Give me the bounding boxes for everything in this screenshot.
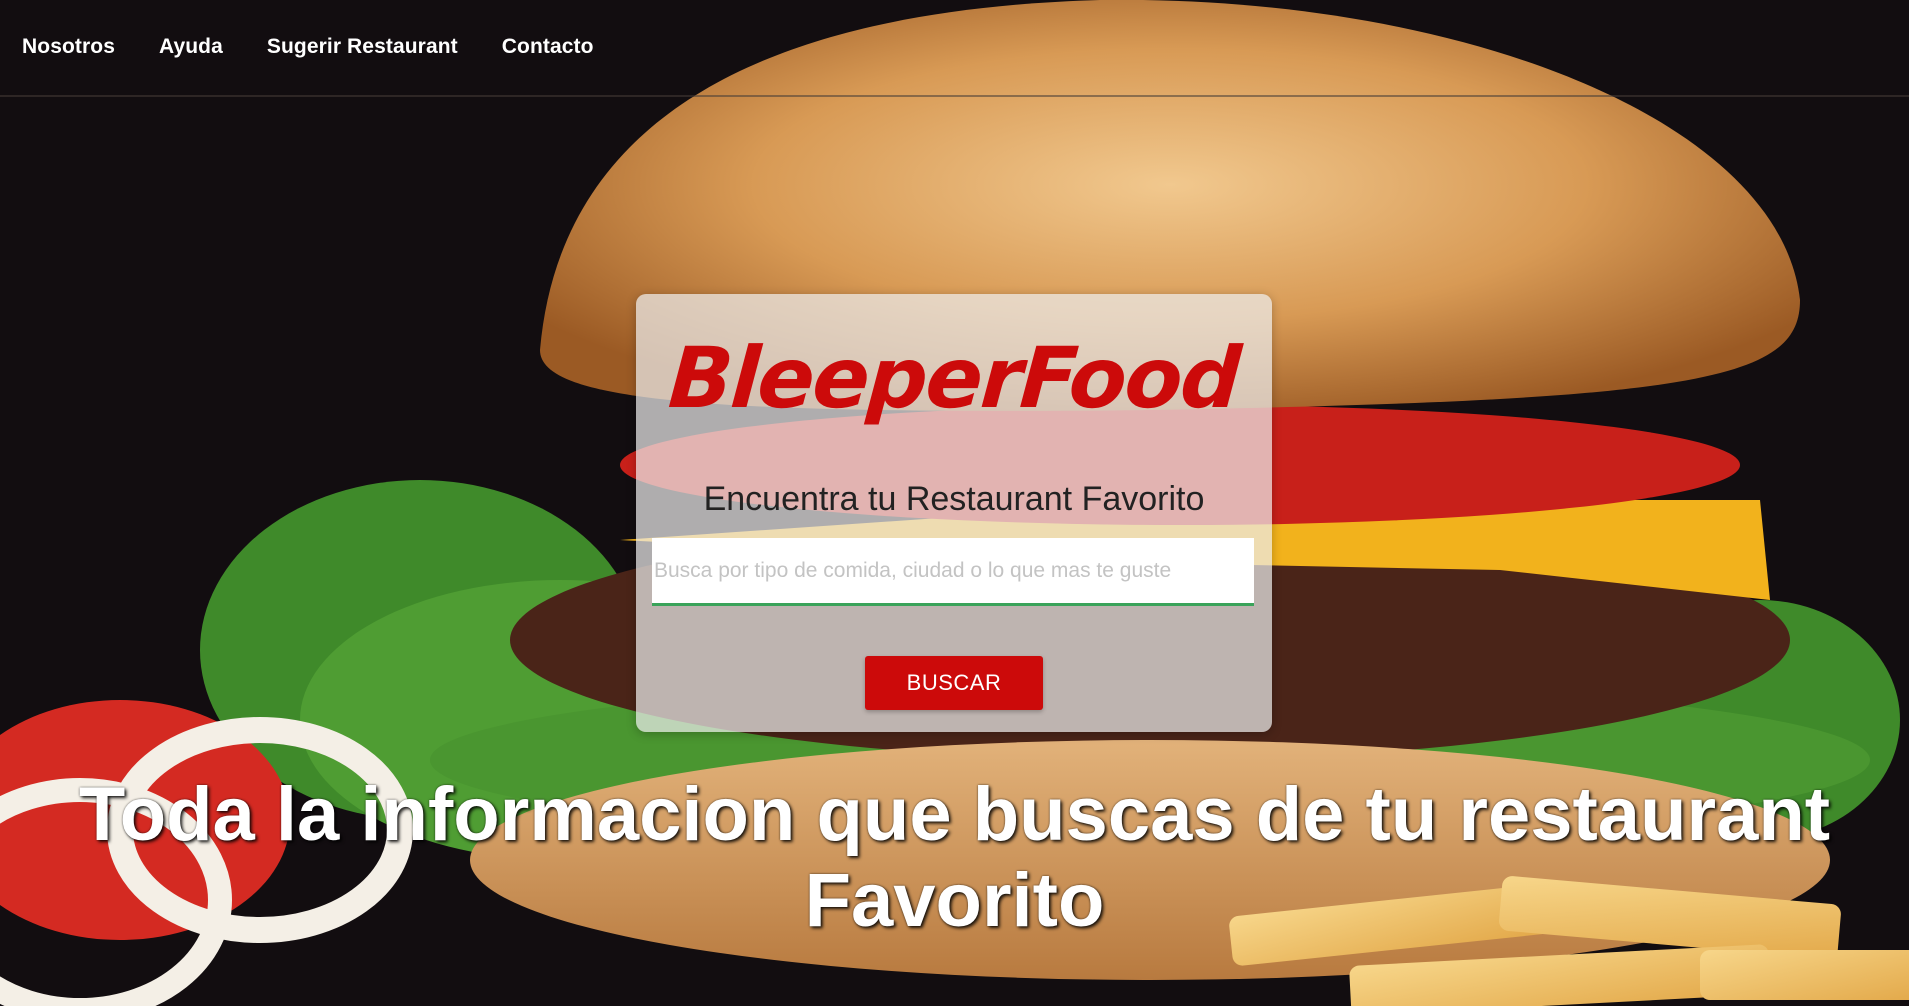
hero-headline-line-2: Favorito <box>804 858 1105 943</box>
search-card: BleeperFood Encuentra tu Restaurant Favo… <box>636 294 1272 732</box>
search-input[interactable] <box>652 538 1254 606</box>
nav-divider <box>0 95 1909 97</box>
search-button[interactable]: BUSCAR <box>865 656 1043 710</box>
hero-headline: Toda la informacion que buscas de tu res… <box>60 772 1849 944</box>
nav-item-contacto[interactable]: Contacto <box>502 35 594 59</box>
nav-item-nosotros[interactable]: Nosotros <box>22 35 115 59</box>
top-navigation: Nosotros Ayuda Sugerir Restaurant Contac… <box>0 0 1909 95</box>
nav-item-ayuda[interactable]: Ayuda <box>159 35 223 59</box>
tagline: Encuentra tu Restaurant Favorito <box>703 480 1205 518</box>
brand-logo: BleeperFood <box>665 329 1243 427</box>
hero-headline-line-1: Toda la informacion que buscas de tu res… <box>78 772 1831 857</box>
nav-item-sugerir-restaurant[interactable]: Sugerir Restaurant <box>267 35 458 59</box>
